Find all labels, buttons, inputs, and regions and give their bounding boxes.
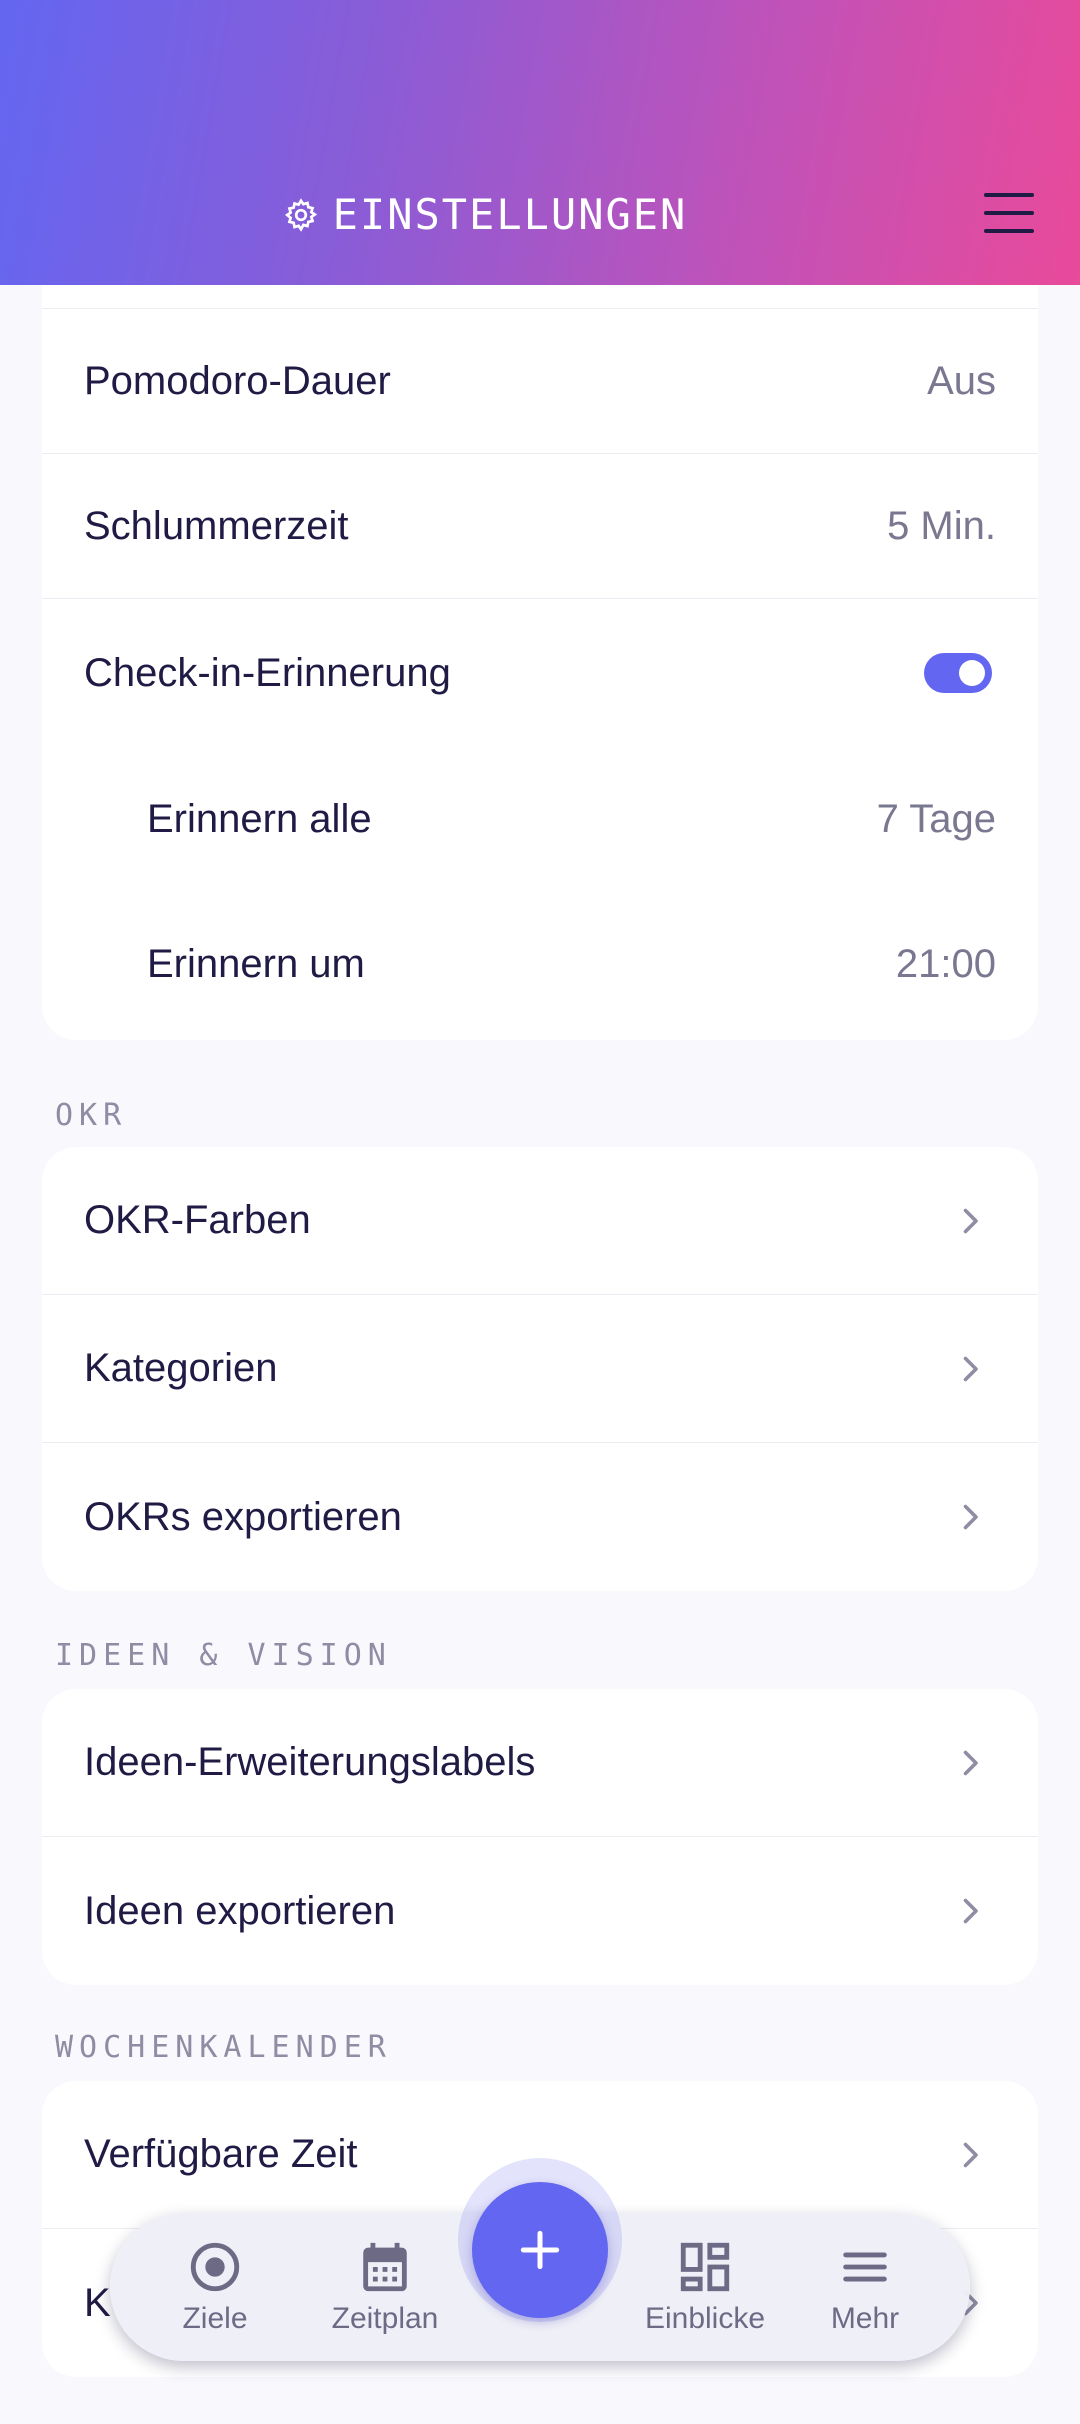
pomodoro-duration-value: Aus <box>927 358 996 403</box>
add-button[interactable] <box>472 2182 608 2318</box>
chevron-right-icon <box>963 2142 978 2167</box>
remind-every-row[interactable]: Erinnern alle 7 Tage <box>42 747 1038 892</box>
ideas-card: Ideen-Erweiterungslabels Ideen exportier… <box>42 1689 1038 1985</box>
chevron-right-icon <box>963 1356 978 1381</box>
export-okrs-row[interactable]: OKRs exportieren <box>42 1443 1038 1591</box>
okr-card: OKR-Farben Kategorien OKRs exportieren <box>42 1147 1038 1591</box>
nav-goals-label: Ziele <box>182 2302 248 2335</box>
menu-icon[interactable] <box>984 193 1034 233</box>
chevron-right-icon <box>963 1898 978 1924</box>
snooze-time-value: 5 Min. <box>887 503 996 548</box>
section-title-ideas: IDEEN & VISION <box>55 1638 392 1673</box>
export-okrs-label: OKRs exportieren <box>84 1494 402 1539</box>
pomodoro-duration-label: Pomodoro-Dauer <box>84 358 391 403</box>
remind-at-label: Erinnern um <box>147 942 365 986</box>
page-title: EINSTELLUNGEN <box>0 190 970 239</box>
app-header: EINSTELLUNGEN <box>0 0 1080 285</box>
available-time-label: Verfügbare Zeit <box>84 2132 358 2176</box>
remind-every-value: 7 Tage <box>876 797 996 841</box>
export-ideas-label: Ideen exportieren <box>84 1888 396 1933</box>
pomodoro-duration-row[interactable]: Pomodoro-Dauer Aus <box>42 309 1038 454</box>
page-title-text: EINSTELLUNGEN <box>332 190 688 239</box>
chevron-right-icon <box>963 1750 978 1775</box>
target-icon <box>190 2242 240 2292</box>
nav-more[interactable]: Mehr <box>810 2213 920 2361</box>
export-ideas-row[interactable]: Ideen exportieren <box>42 1837 1038 1985</box>
nav-schedule-label: Zeitplan <box>331 2302 439 2335</box>
section-title-okr: OKR <box>55 1098 128 1133</box>
remind-every-label: Erinnern alle <box>147 797 372 841</box>
nav-insights-label: Einblicke <box>644 2302 766 2335</box>
plus-icon <box>520 2230 560 2270</box>
remind-at-value: 21:00 <box>895 942 996 986</box>
nav-insights[interactable]: Einblicke <box>630 2213 780 2361</box>
idea-extension-labels-label: Ideen-Erweiterungslabels <box>84 1740 536 1784</box>
remind-at-row[interactable]: Erinnern um 21:00 <box>42 892 1038 1037</box>
categories-row[interactable]: Kategorien <box>42 1295 1038 1443</box>
checkin-reminder-label: Check-in-Erinnerung <box>84 650 451 695</box>
nav-schedule[interactable]: Zeitplan <box>310 2213 460 2361</box>
okr-colors-label: OKR-Farben <box>84 1198 311 1242</box>
idea-extension-labels-row[interactable]: Ideen-Erweiterungslabels <box>42 1689 1038 1837</box>
snooze-time-row[interactable]: Schlummerzeit 5 Min. <box>42 454 1038 599</box>
section-title-week-calendar: WOCHENKALENDER <box>55 2030 392 2065</box>
menu-lines-icon <box>843 2252 887 2282</box>
timer-settings-card: Pomodoro-Dauer Aus Schlummerzeit 5 Min. … <box>42 265 1038 1040</box>
dashboard-icon <box>680 2242 730 2292</box>
chevron-right-icon <box>963 1208 978 1233</box>
calendar-icon <box>363 2242 407 2292</box>
checkin-reminder-toggle[interactable] <box>924 653 992 693</box>
nav-more-label: Mehr <box>830 2302 900 2335</box>
nav-goals[interactable]: Ziele <box>165 2213 265 2361</box>
gear-icon <box>284 197 317 232</box>
categories-label: Kategorien <box>84 1346 278 1390</box>
chevron-right-icon <box>963 1504 978 1530</box>
week-calendar-second-label: K <box>84 2280 111 2325</box>
snooze-time-label: Schlummerzeit <box>84 503 349 548</box>
okr-colors-row[interactable]: OKR-Farben <box>42 1147 1038 1295</box>
checkin-reminder-row: Check-in-Erinnerung <box>42 599 1038 747</box>
